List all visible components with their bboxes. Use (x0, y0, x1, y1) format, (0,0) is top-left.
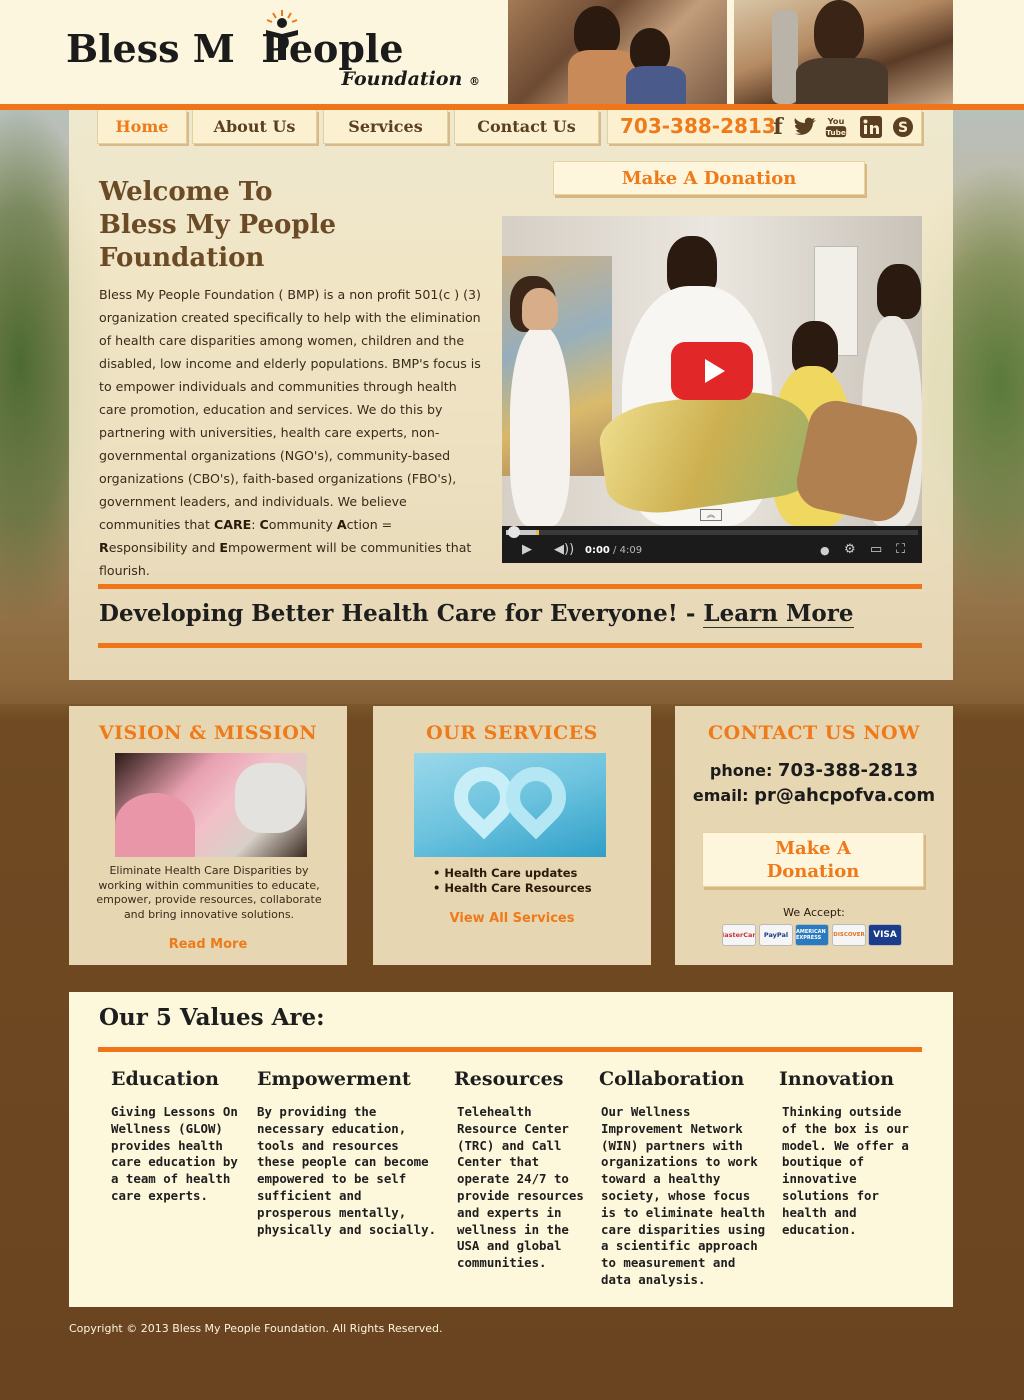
card-title: VISION & MISSION (98, 722, 318, 744)
value-innovation: Innovation Thinking outside of the box i… (779, 1068, 919, 1238)
value-text: By providing the necessary education, to… (257, 1104, 437, 1237)
card-our-services: OUR SERVICES • Health Care updates • Hea… (373, 706, 651, 965)
welcome-intro: Bless My People Foundation ( BMP) is a n… (99, 287, 481, 578)
services-list: • Health Care updates • Health Care Reso… (433, 866, 592, 896)
linkedin-icon[interactable] (860, 115, 882, 139)
volume-icon[interactable]: ◀)) (554, 542, 574, 557)
value-text: Our Wellness Improvement Network (WIN) p… (601, 1104, 766, 1287)
read-more-link[interactable]: Read More (69, 937, 347, 952)
nav-services[interactable]: Services (323, 110, 448, 144)
value-education: Education Giving Lessons On Wellness (GL… (111, 1068, 241, 1205)
donate-button-top[interactable]: Make A Donation (553, 161, 865, 195)
mastercard-icon: MasterCard (722, 924, 756, 946)
card-vision-mission: VISION & MISSION Eliminate Health Care D… (69, 706, 347, 965)
svg-text:You: You (827, 116, 845, 126)
visa-icon: VISA (868, 924, 902, 946)
fullscreen-icon[interactable]: ⛶ (896, 542, 905, 557)
tagline-rule-top (98, 584, 922, 589)
card-title: CONTACT US NOW (708, 722, 920, 744)
watch-later-icon[interactable]: ● (820, 544, 830, 557)
card-contact-us: CONTACT US NOW phone: 703-388-2813 email… (675, 706, 953, 965)
we-accept-label: We Accept: (783, 906, 845, 919)
learn-more-link[interactable]: Learn More (703, 600, 854, 628)
nav-home[interactable]: Home (97, 110, 187, 144)
expand-up-icon[interactable]: ︽ (700, 509, 722, 521)
service-item[interactable]: • Health Care Resources (433, 881, 592, 896)
tagline: Developing Better Health Care for Everyo… (99, 600, 854, 628)
theater-mode-icon[interactable]: ▭ (870, 542, 882, 557)
amex-icon: AMERICAN EXPRESS (795, 924, 829, 946)
header-photo-mother-child (508, 0, 727, 106)
video-play-icon[interactable]: ▶ (522, 542, 532, 557)
contact-bar: 703-388-2813 f You Tube S (607, 110, 922, 144)
value-text: Thinking outside of the box is our model… (782, 1104, 909, 1237)
value-text: Telehealth Resource Center (TRC) and Cal… (457, 1104, 584, 1271)
svg-text:Tube: Tube (826, 128, 846, 137)
value-collaboration: Collaboration Our Wellness Improvement N… (599, 1068, 769, 1289)
footer-copyright: Copyright © 2013 Bless My People Foundat… (69, 1322, 443, 1335)
video-time: 0:00 / 4:09 (585, 545, 643, 556)
svg-text:S: S (898, 120, 908, 136)
contact-email: email: pr@ahcpofva.com (692, 785, 936, 806)
logo-subtitle: Foundation ® (341, 68, 480, 90)
header-phone[interactable]: 703-388-2813 (620, 114, 776, 138)
play-icon[interactable] (671, 342, 753, 400)
vision-text: Eliminate Health Care Disparities by wor… (96, 864, 322, 921)
nav-about-us[interactable]: About Us (192, 110, 317, 144)
vision-image (115, 753, 307, 857)
video-player[interactable]: ︽ ▶ ◀)) 0:00 / 4:09 ● ⚙ ▭ ⛶ (502, 216, 922, 563)
nav-contact-us[interactable]: Contact Us (454, 110, 599, 144)
logo-name: Bless M People (66, 26, 404, 71)
paypal-icon: PayPal (759, 924, 793, 946)
value-text: Giving Lessons On Wellness (GLOW) provid… (111, 1104, 238, 1203)
logo-figure-icon (266, 10, 298, 60)
video-progress-bar[interactable] (506, 526, 918, 538)
welcome-title: Welcome To Bless My People Foundation (99, 177, 336, 273)
value-heading: Resources (454, 1068, 564, 1090)
email-link[interactable]: pr@ahcpofva.com (754, 785, 935, 806)
discover-icon: DISCOVER (832, 924, 866, 946)
progress-handle[interactable] (508, 526, 520, 538)
tagline-rule-bottom (98, 643, 922, 648)
value-heading: Innovation (779, 1068, 895, 1090)
value-heading: Collaboration (599, 1068, 745, 1090)
donate-button-card[interactable]: Make A Donation (702, 832, 924, 887)
facebook-icon[interactable]: f (770, 114, 786, 140)
header-photo-boy (734, 0, 953, 108)
values-rule (98, 1047, 922, 1052)
video-controls: ▶ ◀)) 0:00 / 4:09 ● ⚙ ▭ ⛶ (502, 526, 922, 563)
skype-icon[interactable]: S (892, 115, 914, 139)
view-all-services-link[interactable]: View All Services (373, 911, 651, 926)
youtube-icon[interactable]: You Tube (824, 115, 848, 139)
value-resources: Resources Telehealth Resource Center (TR… (454, 1068, 584, 1272)
site-header: Bless M People Foundation ® (0, 0, 1024, 108)
value-empowerment: Empowerment By providing the necessary e… (257, 1068, 437, 1238)
logo[interactable]: Bless M People Foundation ® (66, 8, 486, 98)
twitter-icon[interactable] (792, 115, 818, 139)
values-title: Our 5 Values Are: (99, 1004, 325, 1031)
settings-gear-icon[interactable]: ⚙ (844, 542, 856, 557)
services-image (414, 753, 606, 857)
contact-phone: phone: 703-388-2813 (709, 760, 919, 781)
service-item[interactable]: • Health Care updates (433, 866, 592, 881)
card-title: OUR SERVICES (426, 722, 598, 744)
value-heading: Education (111, 1068, 219, 1090)
value-heading: Empowerment (257, 1068, 411, 1090)
